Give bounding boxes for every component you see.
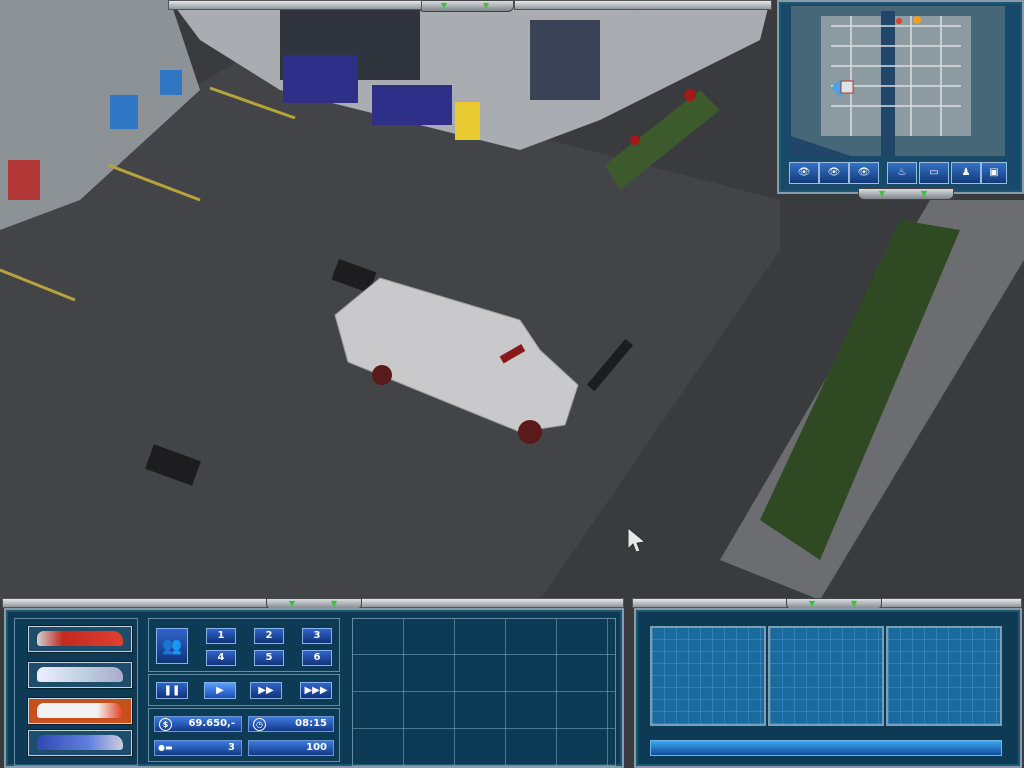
injured-filter-button[interactable]: ▭ <box>919 162 949 184</box>
vehicle-police-car-button[interactable] <box>28 662 132 688</box>
chevron-down-icon: ▼ <box>879 189 886 198</box>
group-4-button[interactable]: 4 <box>206 650 236 666</box>
eye-icon: 👁 <box>797 167 811 178</box>
group-3-button[interactable]: 3 <box>302 628 332 644</box>
chevron-down-icon: ▼ <box>921 189 928 198</box>
people-group-icon: 👥 <box>162 636 182 655</box>
fire-filter-button[interactable]: ♨ <box>887 162 917 184</box>
time-display: ◷ 08:15 <box>248 716 334 732</box>
fast-forward-button[interactable]: ▶▶ <box>250 682 282 699</box>
select-all-units-button[interactable]: 👥 <box>156 628 188 664</box>
chevron-down-icon: ▼ <box>331 599 338 608</box>
selection-panel <box>634 608 1022 768</box>
chevron-down-icon: ▼ <box>851 599 858 608</box>
fastest-forward-button[interactable]: ▶▶▶ <box>300 682 332 699</box>
fire-icon: ♨ <box>897 167 907 178</box>
minimap[interactable] <box>791 6 1005 156</box>
command-panel: 👥 1 2 3 4 5 6 ❚❚ ▶ ▶▶ ▶▶▶ $ 69.650,- ◷ 0… <box>4 608 624 768</box>
vehicle-police-suv-button[interactable] <box>28 730 132 756</box>
top-frame-left <box>168 0 422 10</box>
patients-value: 3 <box>228 742 235 753</box>
group-6-button[interactable]: 6 <box>302 650 332 666</box>
police-suv-icon <box>37 735 123 750</box>
eye-icon: 👁 <box>827 167 841 178</box>
vehicle-fire-truck-button[interactable] <box>28 626 132 652</box>
eye-icon: 👁 <box>857 167 871 178</box>
score-display: 100 <box>248 740 334 756</box>
top-frame-right <box>514 0 772 10</box>
minimap-panel: 👁 👁 👁 ♨ ▭ ♟ ▣ <box>777 0 1024 194</box>
fire-truck-icon <box>37 631 123 646</box>
selection-slot-1[interactable] <box>650 626 766 726</box>
chevron-down-icon: ▼ <box>483 1 490 10</box>
progress-bar <box>650 740 1002 756</box>
chevron-down-icon: ▼ <box>809 599 816 608</box>
time-value: 08:15 <box>295 718 327 729</box>
minimap-tab[interactable]: ▼ ▼ <box>858 188 954 200</box>
play-button[interactable]: ▶ <box>204 682 236 699</box>
clock-icon: ◷ <box>253 718 266 731</box>
selection-slot-2[interactable] <box>768 626 884 726</box>
money-display: $ 69.650,- <box>154 716 242 732</box>
vehicle-filter-button[interactable]: ▣ <box>981 162 1007 184</box>
patients-display: ●▬ 3 <box>154 740 242 756</box>
chevron-down-icon: ▼ <box>441 1 448 10</box>
score-value: 100 <box>306 742 327 753</box>
stretcher-icon: ●▬ <box>158 743 173 752</box>
pause-button[interactable]: ❚❚ <box>156 682 188 699</box>
top-menu-tab[interactable]: ▼ ▼ <box>418 0 514 12</box>
group-1-button[interactable]: 1 <box>206 628 236 644</box>
police-car-icon <box>37 667 123 682</box>
person-icon: ♟ <box>961 167 971 178</box>
money-icon: $ <box>159 718 172 731</box>
vehicle-icon: ▣ <box>989 167 999 178</box>
person-filter-button[interactable]: ♟ <box>951 162 981 184</box>
chevron-down-icon: ▼ <box>289 599 296 608</box>
group-5-button[interactable]: 5 <box>254 650 284 666</box>
selection-slot-3[interactable] <box>886 626 1002 726</box>
group-2-button[interactable]: 2 <box>254 628 284 644</box>
camera-3-button[interactable]: 👁 <box>849 162 879 184</box>
camera-1-button[interactable]: 👁 <box>789 162 819 184</box>
money-value: 69.650,- <box>188 718 235 729</box>
vehicle-ambulance-button[interactable] <box>28 698 132 724</box>
ambulance-icon <box>37 703 123 718</box>
camera-2-button[interactable]: 👁 <box>819 162 849 184</box>
unit-info-grid[interactable] <box>352 618 616 766</box>
stretcher-icon: ▭ <box>929 167 939 178</box>
